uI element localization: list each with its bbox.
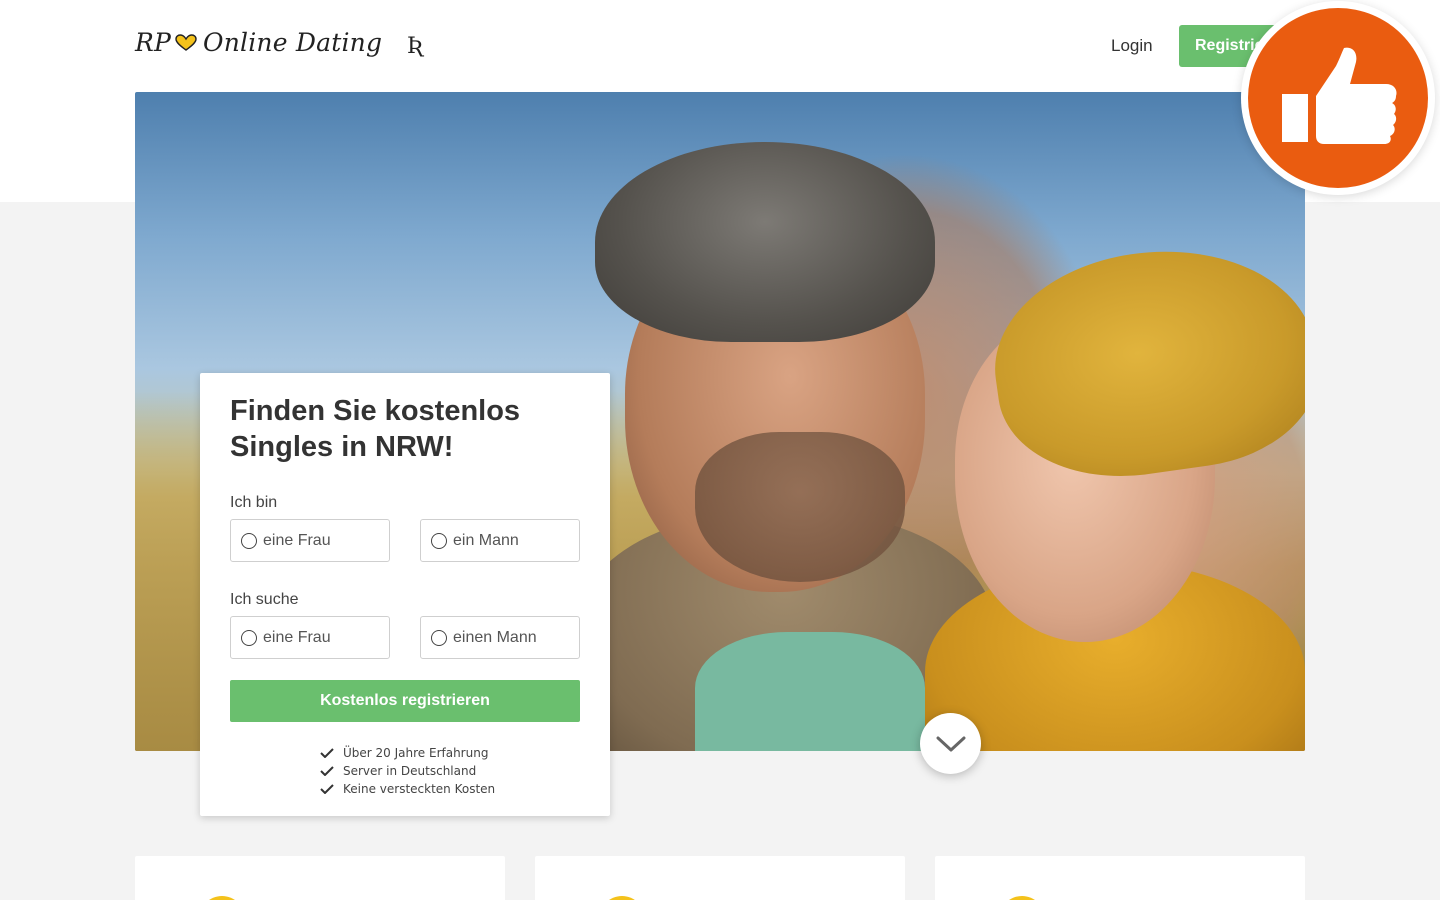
feature-card [935,856,1305,900]
registration-form: Finden Sie kostenlos Singles in NRW! Ich… [200,373,610,816]
option-label: eine Frau [263,628,331,646]
register-free-button[interactable]: Kostenlos registrieren [230,680,580,722]
feature-icon [599,896,645,900]
man-beard [695,432,905,582]
looking-for-woman-option[interactable]: eine Frau [230,616,390,659]
scroll-down-button[interactable] [920,713,981,774]
option-label: einen Mann [453,628,537,646]
radio-button[interactable] [431,629,447,646]
thumbs-up-icon [1282,47,1397,144]
radio-button[interactable] [241,532,257,549]
check-icon [320,766,334,776]
feature-card [535,856,905,900]
badge-circle [1248,8,1428,188]
chevron-down-icon [936,736,965,751]
man-shirt [695,632,925,751]
benefit-item: Server in Deutschland [320,762,495,780]
benefit-text: Server in Deutschland [343,764,477,778]
form-title: Finden Sie kostenlos Singles in NRW! [230,395,521,463]
option-label: ein Mann [453,531,519,549]
feature-icon [199,896,245,900]
benefit-text: Über 20 Jahre Erfahrung [343,746,489,760]
looking-for-man-option[interactable]: einen Mann [420,616,580,659]
benefits-list: Über 20 Jahre Erfahrung Server in Deutsc… [320,744,495,798]
logo-text: Online Dating [203,28,383,57]
radio-button[interactable] [431,532,447,549]
feature-card [135,856,505,900]
site-logo[interactable]: RP Online Dating [135,28,382,57]
login-link[interactable]: Login [1111,36,1153,56]
benefit-text: Keine versteckten Kosten [343,782,496,796]
looking-for-label: Ich suche [230,591,299,608]
benefit-item: Keine versteckten Kosten [320,780,495,798]
feature-icon [999,896,1045,900]
heart-icon [175,33,197,51]
benefit-item: Über 20 Jahre Erfahrung [320,744,495,762]
i-am-man-option[interactable]: ein Mann [420,519,580,562]
site-header: RP Online Dating Ʀ Login Registrieren [0,0,1440,92]
option-label: eine Frau [263,531,331,549]
i-am-woman-option[interactable]: eine Frau [230,519,390,562]
check-icon [320,748,334,758]
logo-prefix: RP [135,28,172,57]
check-icon [320,784,334,794]
radio-button[interactable] [241,629,257,646]
man-hair [595,142,935,342]
recommendation-badge [1241,1,1435,195]
partner-logo-mark: Ʀ [407,34,424,59]
i-am-label: Ich bin [230,494,278,511]
